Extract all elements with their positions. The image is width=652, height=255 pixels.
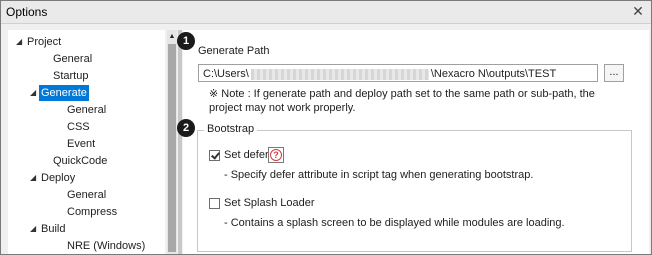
expand-arrow-icon[interactable]: ◢ [30,170,39,186]
settings-panel: 1 Generate Path C:\Users\ \Nexacro N\outp… [177,30,649,254]
tree-scrollbar[interactable]: ▲ [167,30,177,254]
generate-path-note: ※ Note : If generate path and deploy pat… [209,88,595,114]
scrollbar-thumb[interactable] [168,44,176,252]
expand-arrow-icon[interactable]: ◢ [30,221,39,237]
tree-item-compress[interactable]: Compress [65,204,119,220]
path-suffix: \Nexacro N\outputs\TEST [430,68,557,80]
expand-arrow-icon[interactable]: ◢ [16,34,25,50]
set-defer-label[interactable]: Set defer [224,149,269,161]
tree-item-quickcode[interactable]: QuickCode [51,153,109,169]
title-bar: Options ✕ [1,1,651,24]
generate-path-input[interactable]: C:\Users\ \Nexacro N\outputs\TEST [198,64,598,82]
tree-item-deploy[interactable]: ◢ Deploy [30,170,77,186]
options-dialog: Options ✕ ◢ Project General Startup ◢ Gene… [0,0,652,255]
splash-loader-checkbox[interactable] [209,198,220,209]
close-icon[interactable]: ✕ [631,3,645,19]
help-button[interactable]: ? [268,147,284,163]
question-icon: ? [270,149,282,161]
step-badge-2: 2 [177,119,195,137]
tree-item-project-general[interactable]: General [51,51,94,67]
options-tree: ◢ Project General Startup ◢ Generate Gener… [8,30,165,254]
set-defer-description: - Specify defer attribute in script tag … [224,169,534,181]
generate-path-title: Generate Path [198,45,270,57]
set-defer-checkbox[interactable] [209,150,220,161]
redacted-path-segment [250,68,429,80]
tree-item-generate[interactable]: ◢ Generate [30,85,89,101]
splash-loader-label[interactable]: Set Splash Loader [224,197,315,209]
tree-item-build[interactable]: ◢ Build [30,221,67,237]
tree-item-startup[interactable]: Startup [51,68,90,84]
tree-item-generate-general[interactable]: General [65,102,108,118]
step-badge-1: 1 [177,32,195,50]
tree-item-css[interactable]: CSS [65,119,92,135]
path-prefix: C:\Users\ [203,68,249,80]
splash-loader-description: - Contains a splash screen to be display… [224,217,565,229]
tree-item-event[interactable]: Event [65,136,97,152]
dialog-title: Options [6,5,48,19]
pane-splitter[interactable] [178,30,182,254]
scroll-up-icon[interactable]: ▲ [167,32,177,42]
browse-button[interactable]: ... [604,64,624,82]
bootstrap-title: Bootstrap [204,123,258,135]
tree-item-nre-windows[interactable]: NRE (Windows) [65,238,147,254]
tree-item-deploy-general[interactable]: General [65,187,108,203]
tree-item-project[interactable]: ◢ Project [16,34,63,50]
expand-arrow-icon[interactable]: ◢ [30,85,39,101]
